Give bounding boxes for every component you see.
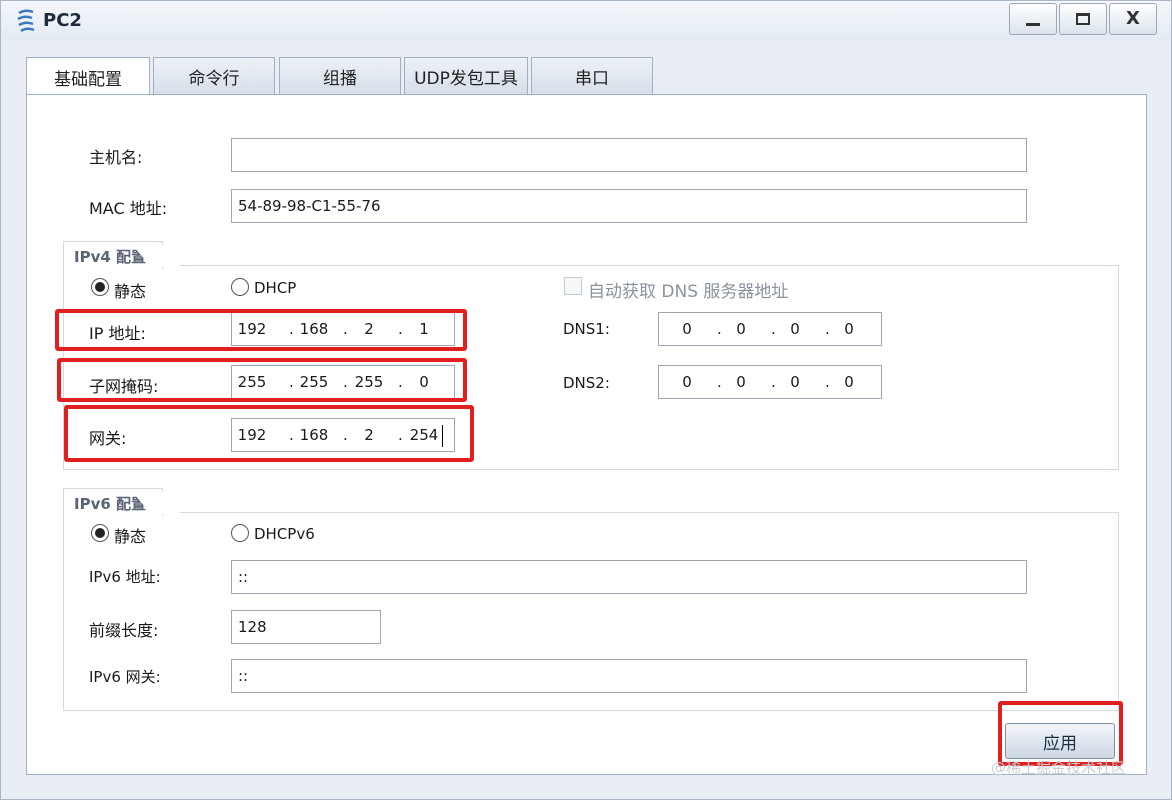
- dns2-label: DNS2:: [563, 374, 610, 392]
- tab-command-line[interactable]: 命令行: [153, 57, 275, 95]
- ipv6-address-label: IPv6 地址:: [89, 568, 161, 586]
- dns1-octet-4: 0: [844, 320, 854, 338]
- dns2-input[interactable]: 0 . 0 . 0 . 0: [658, 365, 882, 399]
- dns2-octet-2: 0: [736, 373, 746, 391]
- dns2-octet-1: 0: [682, 373, 692, 391]
- tab-multicast[interactable]: 组播: [279, 57, 401, 95]
- highlight-ip-address: [55, 309, 467, 351]
- close-button[interactable]: X: [1109, 3, 1157, 35]
- dns2-dot: .: [771, 373, 776, 391]
- dns2-octet-4: 0: [844, 373, 854, 391]
- prefix-length-label: 前缀长度:: [89, 621, 159, 640]
- ipv6-dhcp-label: DHCPv6: [254, 525, 315, 543]
- ipv6-static-radio[interactable]: [91, 524, 109, 542]
- dns1-label: DNS1:: [563, 320, 610, 338]
- minimize-button[interactable]: [1009, 3, 1057, 35]
- tab-serial[interactable]: 串口: [531, 57, 653, 95]
- ipv4-static-label: 静态: [114, 282, 147, 301]
- window-title: PC2: [43, 10, 82, 31]
- mac-label: MAC 地址:: [89, 199, 168, 218]
- ipv6-gateway-label: IPv6 网关:: [89, 668, 161, 686]
- dns1-input[interactable]: 0 . 0 . 0 . 0: [658, 312, 882, 346]
- maximize-button[interactable]: [1059, 3, 1107, 35]
- auto-dns-checkbox[interactable]: [564, 277, 582, 295]
- dns1-octet-1: 0: [682, 320, 692, 338]
- ipv6-static-label: 静态: [114, 527, 147, 546]
- watermark: @稀土掘金技术社区: [991, 759, 1127, 777]
- mac-address-field[interactable]: 54-89-98-C1-55-76: [231, 189, 1027, 223]
- title-bar[interactable]: PC2 X: [1, 1, 1171, 41]
- ipv6-dhcp-radio[interactable]: [231, 524, 249, 542]
- maximize-icon: [1076, 13, 1090, 25]
- hostname-label: 主机名:: [89, 148, 143, 167]
- pc-terminal-icon: [17, 9, 35, 33]
- minimize-icon: [1026, 22, 1040, 26]
- pc2-window: PC2 X 基础配置 命令行 组播 UDP发包工具 串口 主机名: MAC 地址…: [0, 0, 1172, 800]
- close-icon: X: [1126, 8, 1140, 29]
- dns1-dot: .: [825, 320, 830, 338]
- auto-dns-label: 自动获取 DNS 服务器地址: [588, 282, 789, 302]
- hostname-input[interactable]: [231, 138, 1027, 172]
- dns2-dot: .: [825, 373, 830, 391]
- highlight-subnet-mask: [57, 358, 467, 402]
- highlight-gateway: [64, 405, 474, 462]
- prefix-length-input[interactable]: 128: [231, 610, 381, 644]
- dns1-octet-2: 0: [736, 320, 746, 338]
- ipv6-gateway-input[interactable]: ::: [231, 659, 1027, 693]
- ipv4-dhcp-label: DHCP: [254, 279, 297, 297]
- dns2-octet-3: 0: [790, 373, 800, 391]
- dns2-dot: .: [717, 373, 722, 391]
- dns1-dot: .: [771, 320, 776, 338]
- ipv4-static-radio[interactable]: [91, 278, 109, 296]
- dns1-dot: .: [717, 320, 722, 338]
- tab-udp-tool[interactable]: UDP发包工具: [404, 57, 528, 95]
- ipv6-address-input[interactable]: ::: [231, 560, 1027, 594]
- dns1-octet-3: 0: [790, 320, 800, 338]
- tab-basic-config[interactable]: 基础配置: [26, 57, 150, 97]
- ipv4-dhcp-radio[interactable]: [231, 278, 249, 296]
